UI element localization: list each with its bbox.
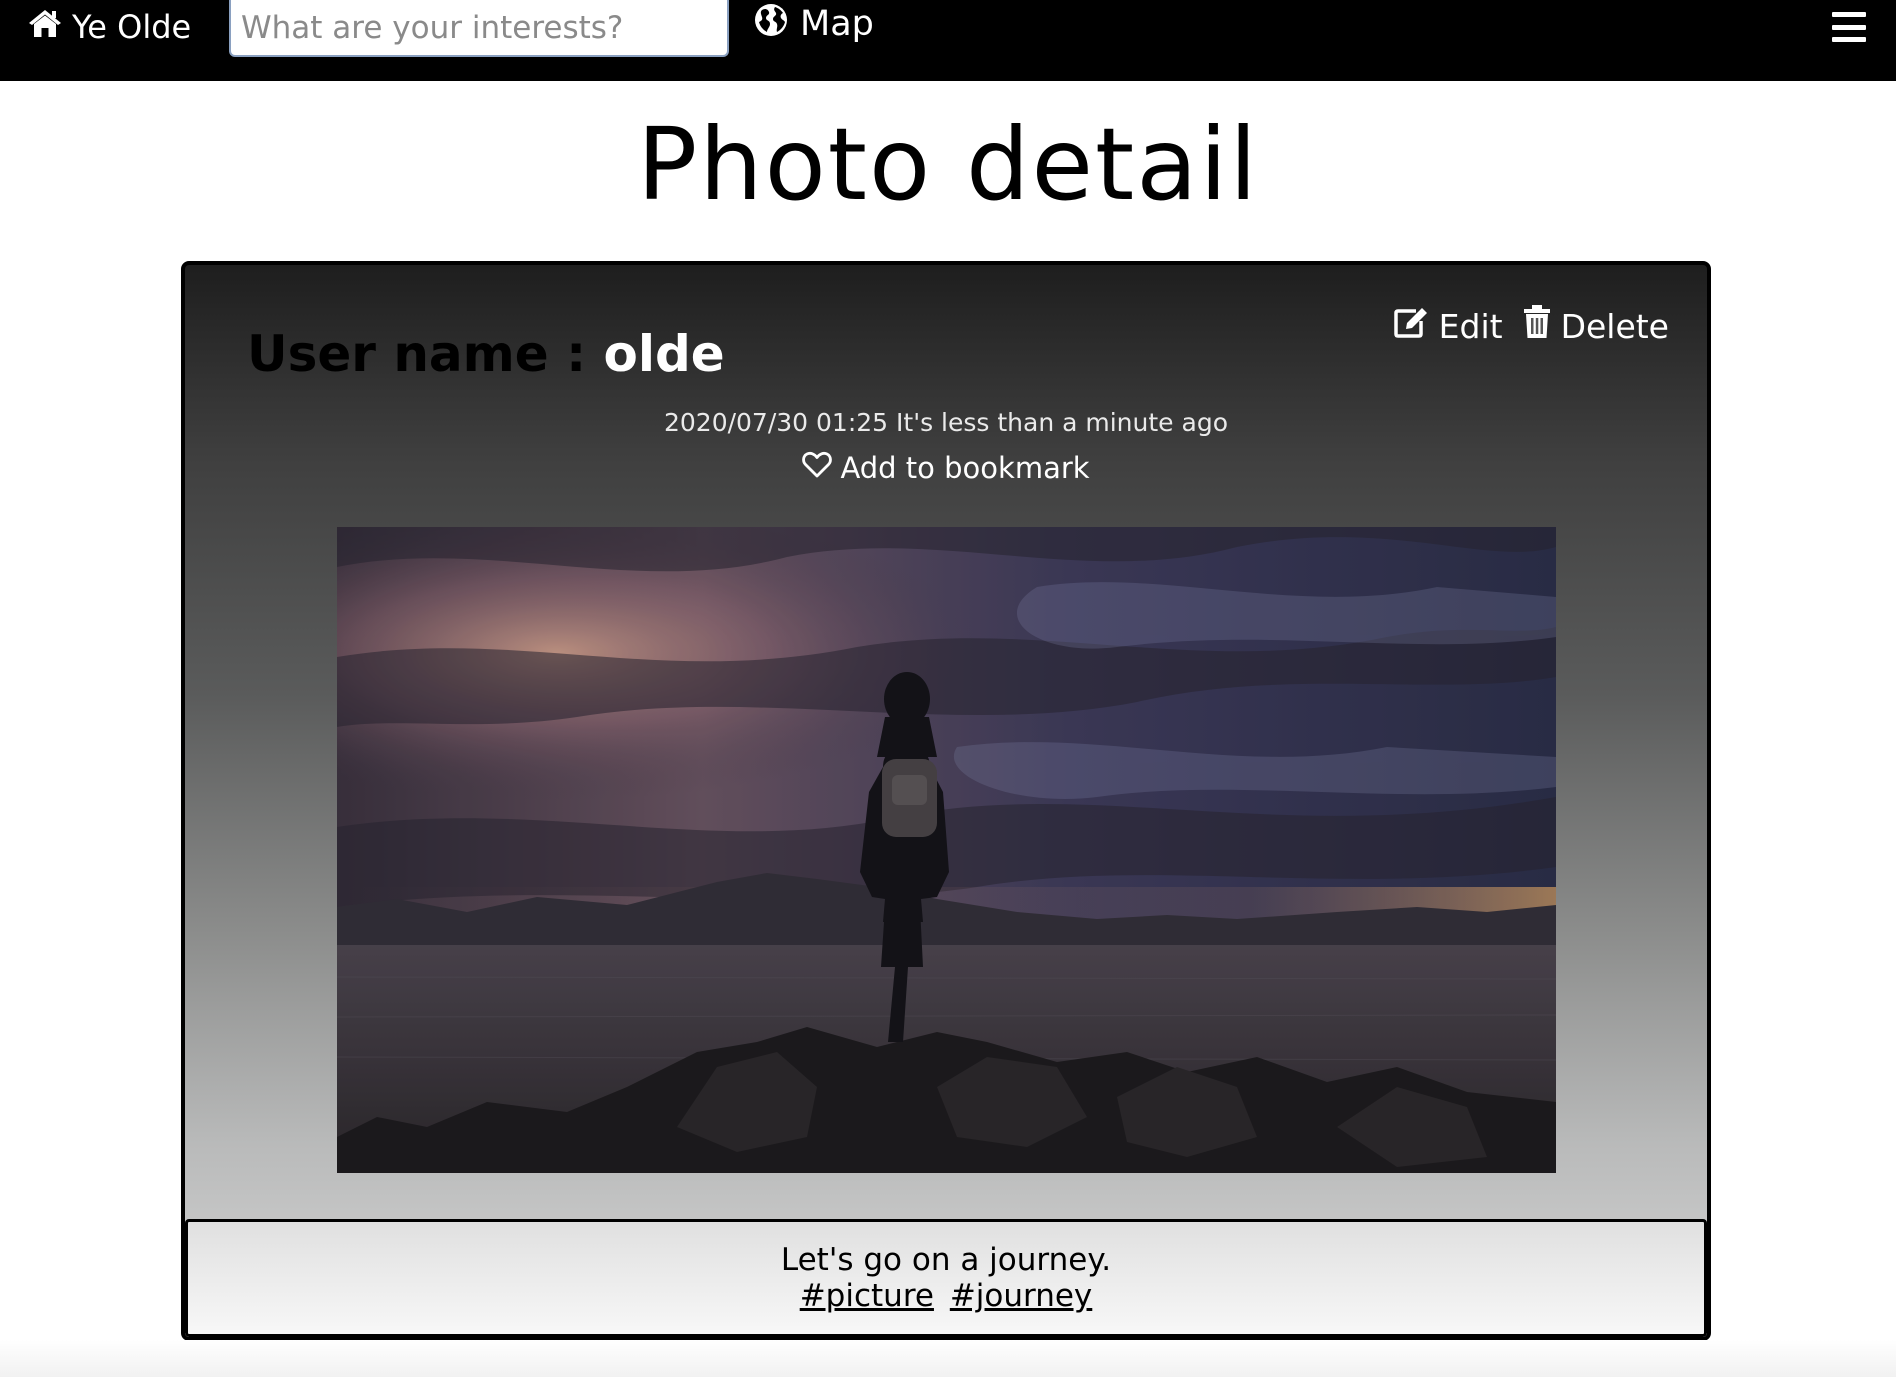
page-footer-shade: [0, 1340, 1896, 1377]
post-actions: Edit Delete: [1393, 305, 1669, 347]
edit-button[interactable]: Edit: [1393, 305, 1503, 347]
bookmark-label: Add to bookmark: [840, 451, 1090, 485]
user-name-value: olde: [603, 325, 725, 383]
post-photo: [337, 527, 1556, 1173]
tag-link[interactable]: #journey: [950, 1278, 1092, 1314]
caption-box: Let's go on a journey. #picture #journey: [185, 1219, 1707, 1337]
home-icon: [28, 8, 62, 46]
edit-label: Edit: [1438, 306, 1503, 346]
delete-button[interactable]: Delete: [1523, 305, 1669, 347]
user-name-line: User name : olde: [247, 325, 725, 383]
heart-outline-icon: [802, 451, 833, 485]
post-timestamp: 2020/07/30 01:25 It's less than a minute…: [663, 408, 1228, 437]
home-link[interactable]: Ye Olde: [28, 8, 191, 46]
tag-list: #picture #journey: [188, 1278, 1704, 1314]
hamburger-menu-icon[interactable]: [1832, 12, 1866, 42]
trash-icon: [1523, 305, 1551, 347]
map-label: Map: [800, 4, 874, 44]
tag-link[interactable]: #picture: [800, 1278, 934, 1314]
search-input[interactable]: [229, 0, 729, 57]
brand-label: Ye Olde: [72, 8, 192, 46]
photo-card: Edit Delete User name : olde 2020/07/30 …: [181, 261, 1711, 1341]
delete-label: Delete: [1560, 306, 1669, 346]
top-navbar: Ye Olde Map: [0, 0, 1896, 81]
page-title: Photo detail: [636, 106, 1260, 223]
map-link[interactable]: Map: [754, 3, 874, 46]
user-name-label: User name :: [247, 325, 604, 383]
add-bookmark-button[interactable]: Add to bookmark: [185, 451, 1707, 485]
edit-icon: [1393, 305, 1429, 347]
post-caption: Let's go on a journey.: [780, 1242, 1112, 1278]
globe-icon: [754, 3, 788, 46]
